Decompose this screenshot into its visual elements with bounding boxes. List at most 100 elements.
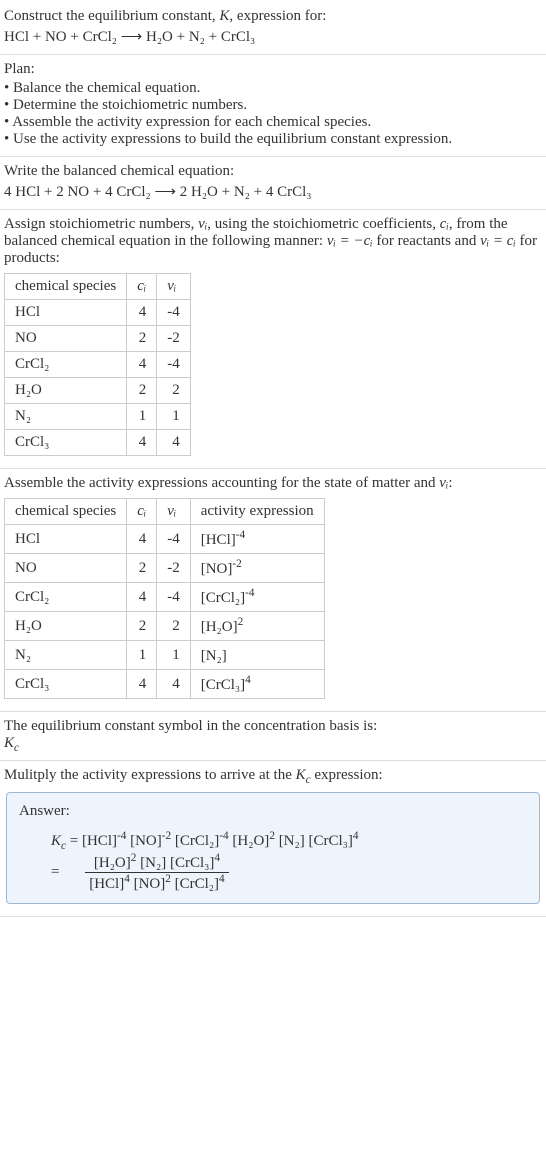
act-exp: -4 [245, 587, 254, 599]
stoich-text-b: , using the stoichiometric coefficients, [207, 216, 440, 232]
cell-nu: -4 [157, 583, 191, 612]
Kc-sub: c [14, 742, 19, 754]
plan-heading: Plan: [4, 61, 542, 78]
table-row: H₂O22[H₂O]2 [5, 612, 325, 641]
term-base: [CrCl₂] [175, 833, 219, 849]
cell-c: 4 [127, 430, 157, 456]
cell-c: 4 [127, 300, 157, 326]
term-base: [NO] [134, 876, 166, 892]
cell-nu: -4 [157, 300, 191, 326]
multiply-section: Mulitply the activity expressions to arr… [0, 761, 546, 917]
den-term: [HCl]4 [89, 876, 130, 892]
cell-nu: 4 [157, 670, 191, 699]
cell-species: CrCl₃ [5, 670, 127, 699]
activity-table: chemical species cᵢ νᵢ activity expressi… [4, 498, 325, 699]
symbol-Kc: Kc [4, 735, 542, 754]
cell-species: NO [5, 554, 127, 583]
cell-species: HCl [5, 300, 127, 326]
table-header-row: chemical species cᵢ νᵢ [5, 274, 191, 300]
cell-nu: 2 [157, 378, 191, 404]
term-base: [N₂] [140, 855, 166, 871]
cell-species: CrCl₂ [5, 583, 127, 612]
table-row: NO2 -2[NO]-2 [5, 554, 325, 583]
kc-eq: = [66, 833, 82, 849]
num-term: [H₂O]2 [94, 855, 137, 871]
term-base: [H₂O] [232, 833, 269, 849]
term-base: [HCl] [82, 833, 117, 849]
cell-species: N₂ [5, 404, 127, 430]
kc-line-1: Kc = [HCl]-4 [NO]-2 [CrCl₂]-4 [H₂O]2 [N₂… [51, 830, 527, 852]
term-exp: -2 [162, 830, 171, 842]
table-row: CrCl₂4-4[CrCl₂]-4 [5, 583, 325, 612]
cell-activity: [NO]-2 [190, 554, 324, 583]
balanced-equation: 4 HCl + 2 NO + 4 CrCl₂ ⟶ 2 H₂O + N₂ + 4 … [4, 182, 542, 201]
cell-activity: [H₂O]2 [190, 612, 324, 641]
activity-heading-b: : [448, 475, 452, 491]
col-c: cᵢ [127, 499, 157, 525]
table-row: HCl4-4[HCl]-4 [5, 525, 325, 554]
cell-c: 4 [127, 583, 157, 612]
table-row: CrCl₃44[CrCl₃]4 [5, 670, 325, 699]
den-term: [CrCl₂]4 [175, 876, 225, 892]
table-row: N₂11[N₂] [5, 641, 325, 670]
balanced-heading: Write the balanced chemical equation: [4, 163, 542, 180]
activity-heading-a: Assemble the activity expressions accoun… [4, 475, 439, 491]
col-species: chemical species [5, 274, 127, 300]
col-nu: νᵢ [157, 499, 191, 525]
kc-expression: Kc = [HCl]-4 [NO]-2 [CrCl₂]-4 [H₂O]2 [N₂… [51, 830, 527, 893]
answer-label: Answer: [19, 803, 527, 820]
plan-item: Assemble the activity expression for eac… [4, 114, 542, 131]
cell-c: 2 [127, 612, 157, 641]
cell-species: CrCl₃ [5, 430, 127, 456]
num-term: [N₂] [140, 855, 166, 871]
kc-term: [HCl]-4 [82, 833, 126, 849]
act-exp: 2 [238, 616, 244, 628]
act-exp: -2 [232, 558, 241, 570]
plan-list: Balance the chemical equation. Determine… [4, 80, 542, 148]
col-activity: activity expression [190, 499, 324, 525]
stoich-text-a: Assign stoichiometric numbers, [4, 216, 198, 232]
table-row: CrCl₂4-4 [5, 352, 191, 378]
intro-section: Construct the equilibrium constant, K, e… [0, 0, 546, 55]
kc-term: [H₂O]2 [232, 833, 275, 849]
cell-species: N₂ [5, 641, 127, 670]
act-base: [H₂O] [201, 619, 238, 635]
kc-term: [N₂] [279, 833, 305, 849]
cell-nu: 1 [157, 641, 191, 670]
cell-c: 1 [127, 641, 157, 670]
stoich-rel1: νᵢ = −cᵢ [327, 233, 373, 249]
symbol-line1: The equilibrium constant symbol in the c… [4, 718, 542, 735]
intro-equation: HCl + NO + CrCl₂ ⟶ H₂O + N₂ + CrCl₃ [4, 27, 542, 46]
stoich-text: Assign stoichiometric numbers, νᵢ, using… [4, 216, 542, 267]
act-exp: -4 [236, 529, 245, 541]
term-base: [CrCl₃] [309, 833, 353, 849]
multiply-Kc: K [296, 767, 306, 783]
term-exp: 2 [131, 852, 137, 864]
cell-c: 2 [127, 554, 157, 583]
cell-species: H₂O [5, 612, 127, 641]
table-row: H₂O22 [5, 378, 191, 404]
col-species: chemical species [5, 499, 127, 525]
act-base: [HCl] [201, 532, 236, 548]
cell-c: 2 [127, 326, 157, 352]
cell-activity: [CrCl₃]4 [190, 670, 324, 699]
term-exp: 4 [124, 873, 130, 885]
col-nu: νᵢ [157, 274, 191, 300]
intro-K: K [219, 8, 229, 24]
kc-K: K [51, 833, 61, 849]
kc-term: [CrCl₃]4 [309, 833, 359, 849]
num-term: [CrCl₃]4 [170, 855, 220, 871]
kc-frac-den: [HCl]4 [NO]2 [CrCl₂]4 [85, 873, 228, 893]
stoich-table: chemical species cᵢ νᵢ HCl4-4 NO2-2 CrCl… [4, 273, 191, 456]
cell-c: 4 [127, 352, 157, 378]
col-c: cᵢ [127, 274, 157, 300]
table-header-row: chemical species cᵢ νᵢ activity expressi… [5, 499, 325, 525]
cell-nu: 4 [157, 430, 191, 456]
intro-text-b: , expression for: [229, 8, 326, 24]
cell-nu: -4 [157, 352, 191, 378]
intro-text-a: Construct the equilibrium constant, [4, 8, 219, 24]
term-base: [CrCl₃] [170, 855, 214, 871]
term-exp: 4 [353, 830, 359, 842]
multiply-text-a: Mulitply the activity expressions to arr… [4, 767, 296, 783]
kc-line-2: = [H₂O]2 [N₂] [CrCl₃]4 [HCl]4 [NO]2 [CrC… [51, 852, 527, 893]
